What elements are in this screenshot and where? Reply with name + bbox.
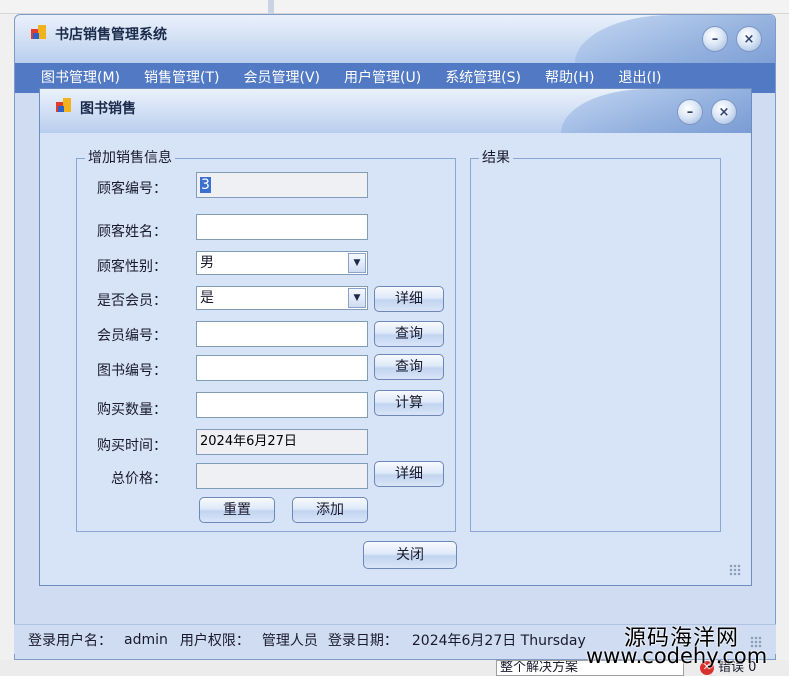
dropdown-arrow-icon[interactable]: ▼ <box>348 253 366 273</box>
total-price-field[interactable] <box>196 463 368 489</box>
status-role-value: 管理人员 <box>261 632 318 649</box>
resize-grip-icon[interactable] <box>729 564 741 576</box>
add-sales-group-title: 增加销售信息 <box>85 149 175 167</box>
result-group: 结果 <box>470 149 721 532</box>
gender-select[interactable]: 男 ▼ <box>196 251 368 275</box>
status-date-label: 登录日期： <box>327 632 398 649</box>
gender-label: 顾客性别： <box>97 259 167 275</box>
status-role-label: 用户权限： <box>179 632 250 649</box>
background-ide-strip <box>0 0 789 14</box>
customer-id-field[interactable]: 3 <box>196 172 368 198</box>
is-member-select[interactable]: 是 ▼ <box>196 286 368 310</box>
book-id-label: 图书编号： <box>97 363 167 379</box>
result-group-title: 结果 <box>479 149 513 167</box>
price-detail-button[interactable]: 详细 <box>374 461 444 487</box>
member-detail-button[interactable]: 详细 <box>374 286 444 312</box>
is-member-label: 是否会员： <box>97 293 167 309</box>
reset-button[interactable]: 重置 <box>199 497 275 523</box>
close-icon[interactable]: × <box>711 99 737 125</box>
member-id-field[interactable] <box>196 321 368 347</box>
main-window-title: 书店销售管理系统 <box>55 27 167 43</box>
gender-value: 男 <box>200 255 214 271</box>
status-user-label: 登录用户名： <box>28 632 112 649</box>
status-date-value: 2024年6月27日 Thursday <box>411 632 586 649</box>
dropdown-arrow-icon[interactable]: ▼ <box>348 288 366 308</box>
child-window-title: 图书销售 <box>80 101 136 117</box>
close-button[interactable]: 关闭 <box>363 541 457 569</box>
total-price-label: 总价格： <box>111 471 167 487</box>
background-splitter <box>268 0 274 14</box>
app-logo-icon <box>31 25 49 41</box>
customer-name-label: 顾客姓名： <box>97 224 167 240</box>
member-id-label: 会员编号： <box>97 328 167 344</box>
book-query-button[interactable]: 查询 <box>374 354 444 380</box>
is-member-value: 是 <box>200 290 214 306</box>
main-title-bar[interactable]: 书店销售管理系统 – × <box>15 15 775 63</box>
customer-id-value: 3 <box>200 177 211 193</box>
minimize-icon[interactable]: – <box>702 26 728 52</box>
purchase-time-label: 购买时间： <box>97 438 167 454</box>
quantity-field[interactable] <box>196 392 368 418</box>
minimize-icon[interactable]: – <box>677 99 703 125</box>
customer-name-field[interactable] <box>196 214 368 240</box>
watermark-url: www.codehy.com <box>586 644 768 668</box>
book-sales-window: 图书销售 – × 增加销售信息 顾客编号： 3 顾客姓名： 顾客性别： 男 ▼ … <box>39 88 752 586</box>
customer-id-label: 顾客编号： <box>97 181 167 197</box>
book-id-field[interactable] <box>196 355 368 381</box>
member-query-button[interactable]: 查询 <box>374 321 444 347</box>
quantity-label: 购买数量： <box>97 402 167 418</box>
add-sales-group: 增加销售信息 顾客编号： 3 顾客姓名： 顾客性别： 男 ▼ 是否会员： 是 ▼… <box>76 149 456 532</box>
close-icon[interactable]: × <box>736 26 762 52</box>
window-icon <box>56 98 74 114</box>
calculate-button[interactable]: 计算 <box>374 390 444 416</box>
child-title-bar[interactable]: 图书销售 – × <box>40 89 751 133</box>
purchase-time-field[interactable]: 2024年6月27日 <box>196 429 368 455</box>
status-user-value: admin <box>124 631 168 648</box>
add-button[interactable]: 添加 <box>292 497 368 523</box>
